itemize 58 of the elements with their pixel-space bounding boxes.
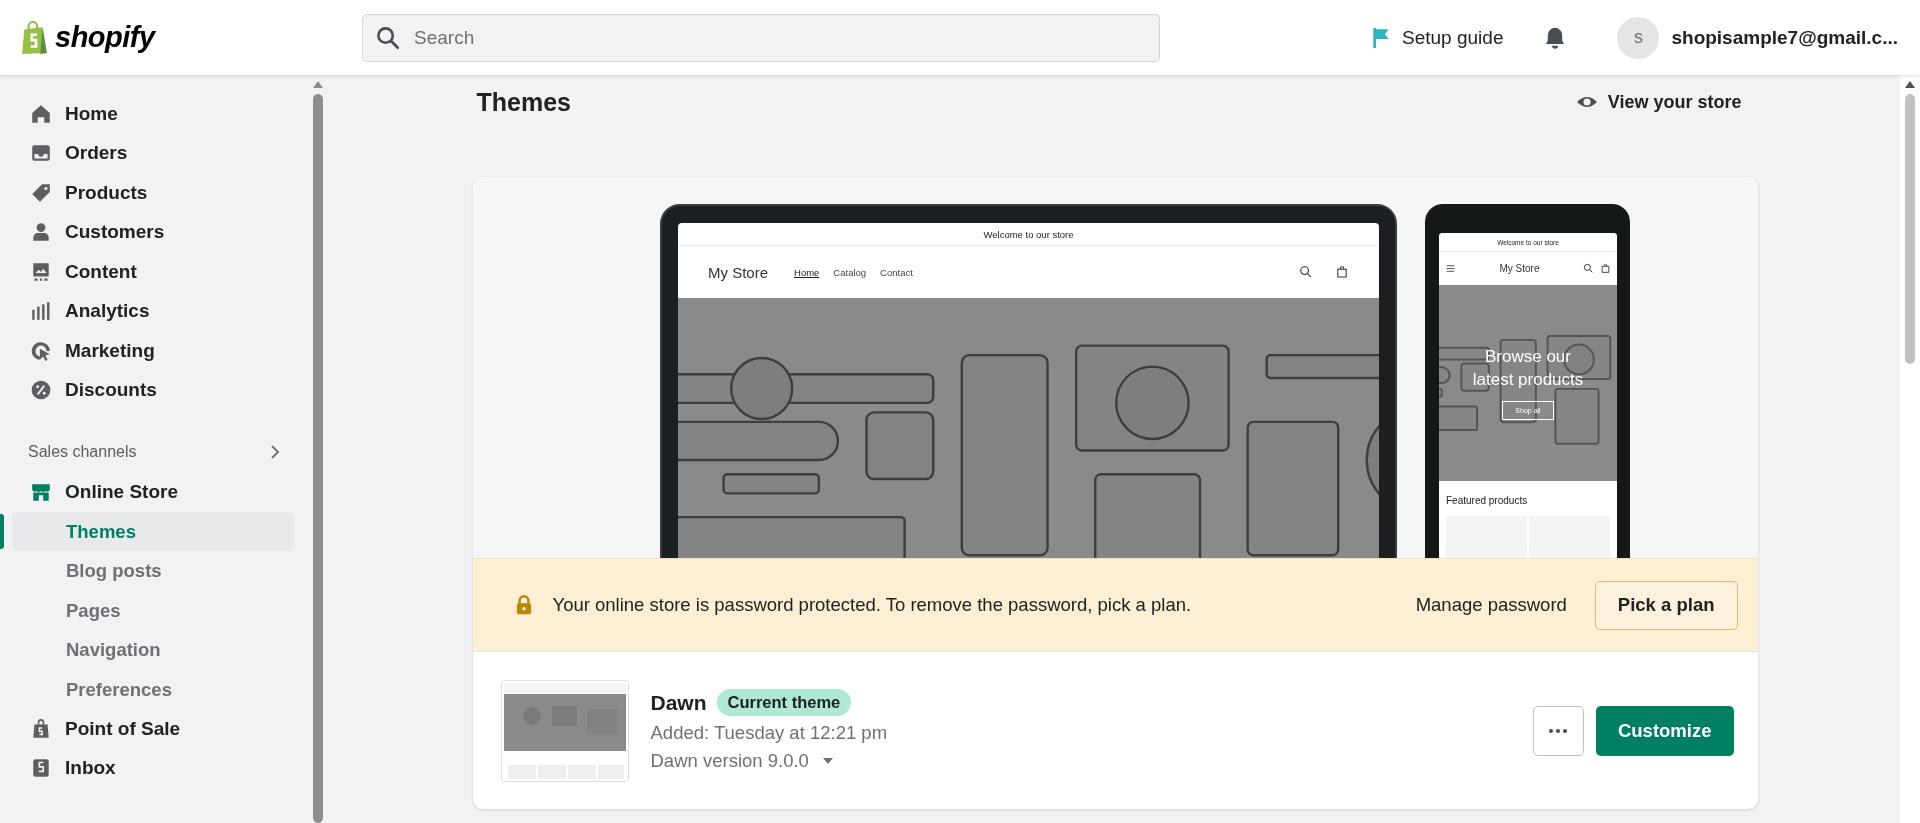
shopping-bag-logo-icon (20, 19, 50, 56)
bar-chart-icon (30, 300, 52, 323)
manage-password-link[interactable]: Manage password (1415, 594, 1567, 616)
version-dropdown[interactable]: Dawn version 9.0.0 (650, 750, 833, 772)
nav-item[interactable]: Home (12, 94, 294, 134)
view-store-link[interactable]: View your store (1575, 91, 1742, 113)
nav-item[interactable]: Orders (12, 133, 294, 173)
store-nav-link[interactable]: Catalog (833, 266, 867, 278)
nav-subitem[interactable]: Pages (12, 590, 294, 630)
section-heading: Sales channels (28, 443, 137, 461)
nav-item[interactable]: Point of Sale (12, 709, 294, 749)
nav-item[interactable]: Products (12, 173, 294, 213)
store-name: My Store (1498, 263, 1541, 274)
person-icon (30, 221, 52, 244)
pick-plan-button[interactable]: Pick a plan (1594, 580, 1738, 630)
chevron-right-icon[interactable] (270, 444, 280, 460)
logo-wordmark[interactable]: shopify (55, 21, 155, 54)
current-theme-badge: Current theme (716, 689, 852, 716)
store-nav-link[interactable]: Home (794, 266, 820, 278)
nav-item[interactable]: Analytics (12, 291, 294, 331)
customize-button[interactable]: Customize (1595, 705, 1734, 756)
theme-name: Dawn (650, 690, 707, 715)
banner-message: Your online store is password protected. To remove the password, pick a plan. (552, 594, 1193, 616)
tag-icon (30, 181, 52, 204)
target-icon (30, 339, 52, 362)
nav-subitem[interactable]: Navigation (12, 630, 294, 670)
account-email[interactable]: shopisample7@gmail.c... (1671, 26, 1898, 49)
setup-guide-button[interactable]: Setup guide (1370, 26, 1504, 49)
avatar[interactable]: s (1617, 16, 1660, 59)
ellipsis-icon (1548, 728, 1569, 733)
menu-icon[interactable] (1445, 263, 1456, 274)
store-nav-link[interactable]: Contact (880, 266, 913, 278)
announcement-bar: Welcome to our store (678, 223, 1379, 246)
nav-item[interactable]: Discounts (12, 370, 294, 410)
theme-added-date: Added: Tuesday at 12:21 pm (650, 722, 888, 744)
bag-icon[interactable] (1600, 263, 1611, 274)
section-heading: Featured products (1445, 494, 1529, 508)
image-icon (30, 260, 52, 283)
store-name: My Store (708, 263, 768, 281)
search-icon[interactable] (1299, 265, 1313, 279)
scrollbar[interactable] (1900, 75, 1920, 823)
nav-item[interactable]: Marketing (12, 331, 294, 371)
nav-item[interactable]: Inbox (12, 748, 294, 788)
search-field[interactable]: Search (362, 13, 1160, 62)
bag-icon[interactable] (1335, 265, 1349, 279)
nav-item[interactable]: Customers (12, 212, 294, 252)
page-title: Themes (476, 87, 571, 117)
nav-item[interactable]: Online Store (12, 472, 294, 512)
search-icon[interactable] (1583, 263, 1594, 274)
nav-subitem[interactable]: Preferences (12, 669, 294, 709)
nav-item[interactable]: Content (12, 252, 294, 292)
nav-subitem[interactable]: Themes (12, 511, 294, 551)
search-icon (376, 25, 400, 50)
active-indicator (0, 513, 4, 549)
caret-icon (822, 758, 833, 764)
hero-heading: Browse our latest products (1471, 346, 1585, 391)
discount-icon (30, 379, 52, 402)
nav-subitem[interactable]: Blog posts (12, 551, 294, 591)
